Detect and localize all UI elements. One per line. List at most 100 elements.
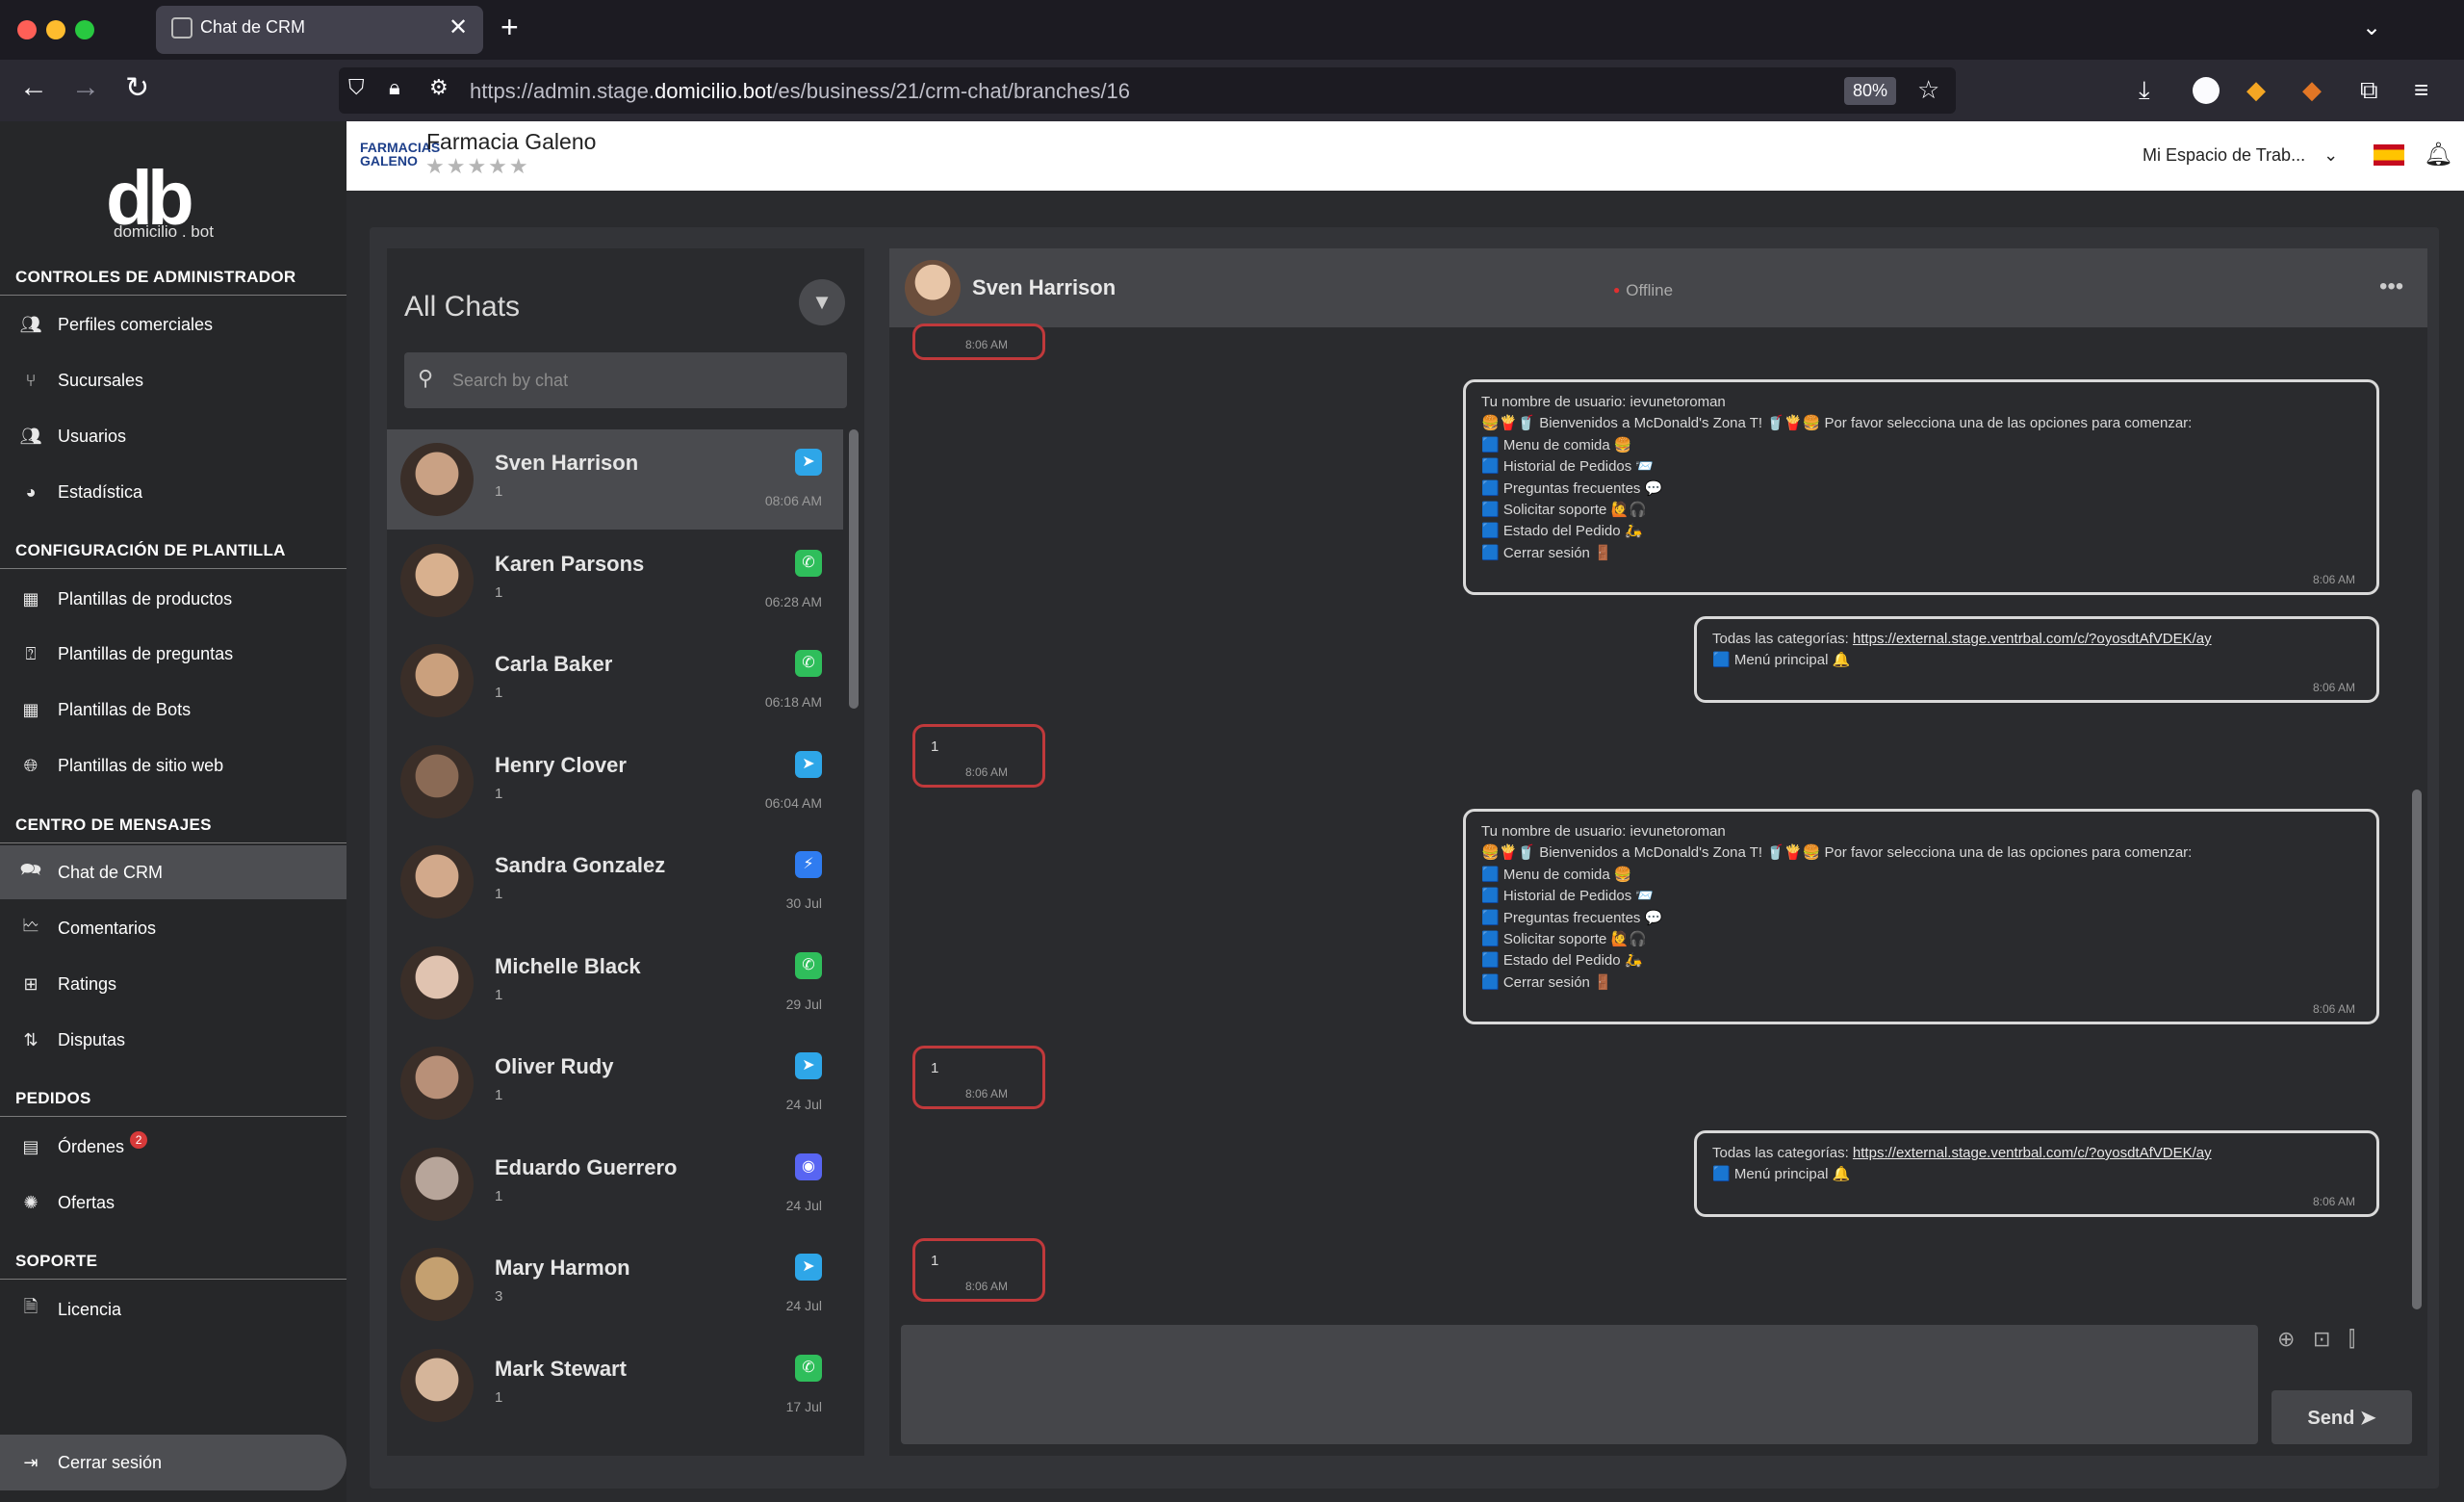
sidebar-item-ratings[interactable]: ⊞ Ratings bbox=[0, 957, 346, 1011]
chat-list-item[interactable]: Henry Clover 1 06:04 AM ➤ bbox=[387, 732, 843, 832]
chat-list-scrollbar[interactable] bbox=[849, 429, 859, 709]
chat-last-message: 1 bbox=[495, 1388, 503, 1406]
message-link[interactable]: https://external.stage.ventrbal.com/c/?o… bbox=[1853, 1145, 2212, 1161]
sidebar-item-statistics[interactable]: ◕ Estadística bbox=[0, 465, 346, 519]
chat-time: 24 Jul bbox=[785, 1197, 822, 1213]
spain-flag-icon[interactable] bbox=[2374, 144, 2404, 166]
pie-chart-icon: ◕ bbox=[25, 481, 37, 502]
workspace-selector[interactable]: Mi Espacio de Trab... ⌄ bbox=[2143, 145, 2338, 166]
sidebar-item-branches[interactable]: ⑂ Sucursales bbox=[0, 353, 346, 407]
message-time: 8:06 AM bbox=[965, 1279, 1009, 1293]
send-button[interactable]: Send ➤ bbox=[2272, 1390, 2412, 1444]
sidebar-item-website-templates[interactable]: 🌐︎ Plantillas de sitio web bbox=[0, 738, 346, 792]
chat-list-item[interactable]: Michelle Black 1 29 Jul ✆ bbox=[387, 933, 843, 1033]
sidebar-item-users[interactable]: 👥︎ Usuarios bbox=[0, 409, 346, 463]
sidebar-item-disputes[interactable]: ⇅ Disputas bbox=[0, 1013, 346, 1067]
sidebar-item-label: Estadística bbox=[58, 481, 143, 502]
message-text: Tu nombre de usuario: ievunetoroman 🍔🍟🥤 … bbox=[1481, 394, 2193, 561]
chat-last-message: 1 bbox=[495, 1187, 503, 1204]
menu-hamburger-icon[interactable]: ≡ bbox=[2414, 75, 2428, 105]
image-icon[interactable]: ⊡ bbox=[2313, 1327, 2330, 1352]
message-time: 8:06 AM bbox=[965, 1086, 1009, 1101]
reload-icon[interactable]: ↻ bbox=[125, 71, 149, 105]
zoom-level-badge[interactable]: 80% bbox=[1844, 77, 1897, 105]
message-link[interactable]: https://external.stage.ventrbal.com/c/?o… bbox=[1853, 631, 2212, 647]
sidebar-item-orders[interactable]: ▤ Órdenes 2 bbox=[0, 1120, 346, 1174]
outgoing-message: Todas las categorías: https://external.s… bbox=[1694, 1130, 2379, 1217]
permissions-icon[interactable]: ⚙ bbox=[429, 75, 449, 100]
filter-icon[interactable]: ▼ bbox=[799, 279, 845, 325]
sidebar-item-business-profiles[interactable]: 👥︎ Perfiles comerciales bbox=[0, 298, 346, 351]
sidebar-item-comments[interactable]: 🗠︎ Comentarios bbox=[0, 901, 346, 955]
sidebar-item-offers[interactable]: ✺ Ofertas bbox=[0, 1176, 346, 1230]
sidebar-item-crm-chat[interactable]: 🗪︎ Chat de CRM bbox=[0, 845, 346, 899]
section-message-center: CENTRO DE MENSAJES bbox=[0, 816, 346, 843]
message-composer-input[interactable] bbox=[901, 1325, 2258, 1444]
telegram-icon: ➤ bbox=[795, 750, 822, 778]
bookmark-star-icon[interactable]: ☆ bbox=[1917, 75, 1939, 105]
chat-avatar bbox=[400, 1147, 474, 1221]
chat-last-message: 1 bbox=[495, 986, 503, 1003]
tab-list-chevron-icon[interactable]: ⌄ bbox=[2362, 13, 2381, 41]
chat-list-item[interactable]: Eduardo Guerrero 1 24 Jul ◉ bbox=[387, 1134, 843, 1234]
outgoing-message: Todas las categorías: https://external.s… bbox=[1694, 616, 2379, 703]
minimize-window-button[interactable] bbox=[46, 20, 65, 39]
chat-name: Mark Stewart bbox=[495, 1356, 627, 1381]
search-chat-input[interactable] bbox=[404, 352, 847, 408]
section-orders: PEDIDOS bbox=[0, 1089, 346, 1117]
chat-list-item[interactable]: Mark Stewart 1 17 Jul ✆ bbox=[387, 1335, 843, 1436]
logo-text: domicilio . bot bbox=[114, 222, 214, 241]
chat-list-item[interactable]: Sandra Gonzalez 1 30 Jul ⚡ bbox=[387, 832, 843, 932]
lock-icon[interactable]: 🔒︎ bbox=[389, 75, 400, 100]
new-tab-button[interactable]: + bbox=[500, 10, 519, 45]
rating-icon: ⊞ bbox=[23, 973, 38, 994]
message-text: 1 bbox=[931, 1253, 939, 1269]
whatsapp-icon: ✆ bbox=[795, 650, 822, 677]
chat-list-item[interactable]: Karen Parsons 1 06:28 AM ✆ bbox=[387, 531, 843, 631]
contact-avatar bbox=[905, 260, 961, 316]
chat-time: 29 Jul bbox=[785, 996, 822, 1012]
sidebar-item-bot-templates[interactable]: ▦ Plantillas de Bots bbox=[0, 683, 346, 737]
chat-avatar bbox=[400, 744, 474, 818]
chevron-down-icon: ⌄ bbox=[2323, 145, 2339, 165]
license-icon: 🗎︎ bbox=[23, 1297, 38, 1316]
metamask-icon[interactable]: ◆ bbox=[2302, 75, 2322, 105]
account-icon[interactable] bbox=[2193, 77, 2220, 104]
more-options-icon[interactable]: ••• bbox=[2379, 273, 2403, 300]
logout-icon: ⇥ bbox=[23, 1452, 38, 1472]
back-arrow-icon[interactable]: ← bbox=[19, 71, 48, 104]
chat-avatar bbox=[400, 1047, 474, 1120]
extension-icon[interactable]: ◆ bbox=[2246, 75, 2266, 105]
attach-icon[interactable]: ⫿ bbox=[2348, 1327, 2355, 1352]
extensions-puzzle-icon[interactable]: ⧉ bbox=[2360, 75, 2378, 106]
business-rating-stars: ★★★★★ bbox=[425, 154, 530, 178]
orders-icon: ▤ bbox=[22, 1136, 39, 1156]
add-icon[interactable]: ⊕ bbox=[2277, 1327, 2295, 1352]
chat-list-item[interactable]: Oliver Rudy 1 24 Jul ➤ bbox=[387, 1033, 843, 1133]
logout-button[interactable]: ⇥ Cerrar sesión bbox=[0, 1435, 346, 1490]
chat-list-item[interactable]: Sven Harrison 1 08:06 AM ➤ bbox=[387, 429, 843, 530]
message-text-line: Todas las categorías: bbox=[1712, 1145, 1853, 1161]
tab-close-icon[interactable]: ✕ bbox=[449, 13, 468, 41]
sidebar-item-label: Plantillas de productos bbox=[58, 588, 233, 609]
close-window-button[interactable] bbox=[17, 20, 37, 39]
sidebar-item-question-templates[interactable]: ⍰ Plantillas de preguntas bbox=[0, 627, 346, 681]
maximize-window-button[interactable] bbox=[75, 20, 94, 39]
chat-time: 30 Jul bbox=[785, 895, 822, 911]
chat-name: Sandra Gonzalez bbox=[495, 853, 666, 877]
sidebar-item-license[interactable]: 🗎︎ Licencia bbox=[0, 1282, 346, 1336]
url-text[interactable]: https://admin.stage.domicilio.bot/es/bus… bbox=[470, 79, 1130, 104]
chat-avatar bbox=[400, 443, 474, 516]
forward-arrow-icon[interactable]: → bbox=[71, 71, 100, 104]
message-scrollbar[interactable] bbox=[2412, 790, 2422, 1309]
chat-time: 24 Jul bbox=[785, 1298, 822, 1313]
notification-bell-icon[interactable]: 🔔︎ bbox=[2424, 141, 2452, 168]
chat-avatar bbox=[400, 644, 474, 717]
chat-list-item[interactable]: Carla Baker 1 06:18 AM ✆ bbox=[387, 631, 843, 731]
chat-list-item[interactable]: Mary Harmon 3 24 Jul ➤ bbox=[387, 1234, 843, 1334]
contact-name: Sven Harrison bbox=[972, 275, 1116, 299]
sidebar-item-product-templates[interactable]: ▦ Plantillas de productos bbox=[0, 572, 346, 626]
download-icon[interactable]: ⤓ bbox=[2139, 75, 2150, 106]
chat-icon: 🗪︎ bbox=[19, 860, 42, 879]
shield-icon[interactable]: ⛉ bbox=[348, 75, 365, 100]
